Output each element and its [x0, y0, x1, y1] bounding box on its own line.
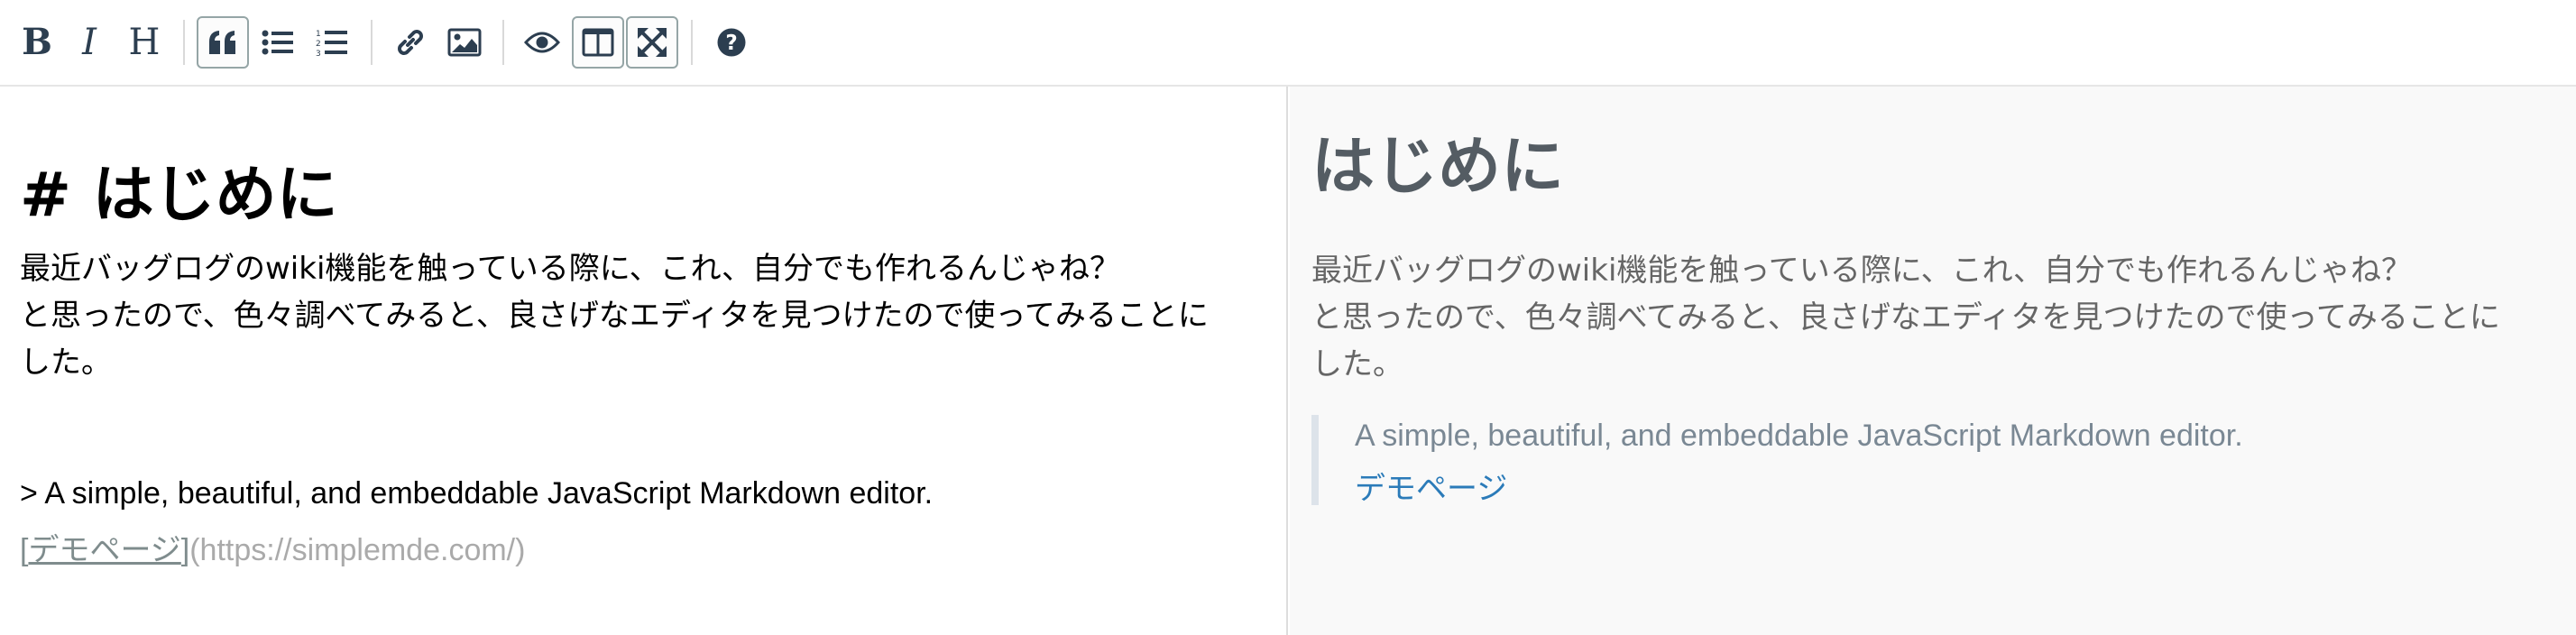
link-button[interactable]	[384, 16, 437, 69]
preview-blockquote: A simple, beautiful, and embeddable Java…	[1311, 415, 2491, 508]
markdown-preview-pane: はじめに 最近バッグログのwiki機能を触っている際に、これ、自分でも作れるんじ…	[1290, 87, 2576, 635]
link-bracket: ]	[180, 533, 190, 567]
guide-button[interactable]: ?	[705, 16, 758, 69]
arrows-alt-icon	[638, 28, 667, 57]
svg-text:3: 3	[316, 50, 321, 57]
toolbar-separator	[502, 20, 504, 65]
question-circle-icon: ?	[717, 28, 746, 57]
editor-text-line: した。	[20, 345, 112, 381]
side-by-side-button[interactable]	[572, 16, 624, 69]
image-button[interactable]	[438, 16, 491, 69]
toolbar-separator	[691, 20, 693, 65]
heading-button[interactable]: H	[118, 16, 170, 69]
toolbar-separator	[183, 20, 185, 65]
svg-text:2: 2	[316, 40, 321, 49]
editor-link-text: デモページ	[28, 533, 181, 567]
bold-button[interactable]: B	[11, 16, 63, 69]
editor-heading-line: # はじめに	[20, 160, 338, 231]
unordered-list-button[interactable]	[252, 16, 304, 69]
preview-paragraph-line: 最近バッグログのwiki機能を触っている際に、これ、自分でも作れるんじゃね？	[1311, 253, 2413, 289]
link-icon	[398, 30, 423, 55]
quote-icon	[209, 31, 235, 54]
preview-paragraph-line: と思ったので、色々調べてみると、良さげなエディタを見つけたので使ってみることに	[1311, 299, 2500, 336]
italic-button[interactable]: I	[63, 16, 115, 69]
blockquote-text: A simple, beautiful, and embeddable Java…	[1355, 419, 2243, 453]
toolbar-separator	[371, 20, 373, 65]
bulleted-list-icon	[262, 30, 293, 55]
demo-page-link[interactable]: デモページ	[1355, 464, 1507, 508]
image-icon	[447, 28, 482, 57]
numbered-list-icon: 1 2 3	[316, 30, 347, 57]
svg-text:1: 1	[316, 30, 321, 39]
editor-link-line: [デモページ](https://simplemde.com/)	[20, 525, 525, 569]
preview-heading: はじめに	[1311, 129, 1564, 203]
editor-text-line: と思ったので、色々調べてみると、良さげなエディタを見つけたので使ってみることに	[20, 298, 1209, 334]
heading-icon: H	[128, 22, 161, 63]
eye-icon	[524, 32, 560, 53]
columns-icon	[582, 28, 614, 57]
preview-paragraph-line: した。	[1311, 346, 1403, 382]
italic-icon: I	[82, 22, 97, 63]
editor-link-url: (https://simplemde.com/)	[189, 533, 526, 567]
fullscreen-button[interactable]	[626, 16, 678, 69]
ordered-list-button[interactable]: 1 2 3	[306, 16, 358, 69]
editor-toolbar: B I H 1 2 3 ?	[0, 0, 2576, 87]
bold-icon: B	[22, 21, 52, 63]
editor-quote-line: > A simple, beautiful, and embeddable Ja…	[20, 476, 934, 511]
quote-button[interactable]	[197, 16, 249, 69]
editor-text-line: 最近バッグログのwiki機能を触っている際に、これ、自分でも作れるんじゃね？	[20, 251, 1121, 287]
markdown-editor-pane[interactable]: # はじめに 最近バッグログのwiki機能を触っている際に、これ、自分でも作れる…	[0, 87, 1288, 635]
svg-text:?: ?	[725, 32, 737, 55]
preview-button[interactable]	[516, 16, 568, 69]
